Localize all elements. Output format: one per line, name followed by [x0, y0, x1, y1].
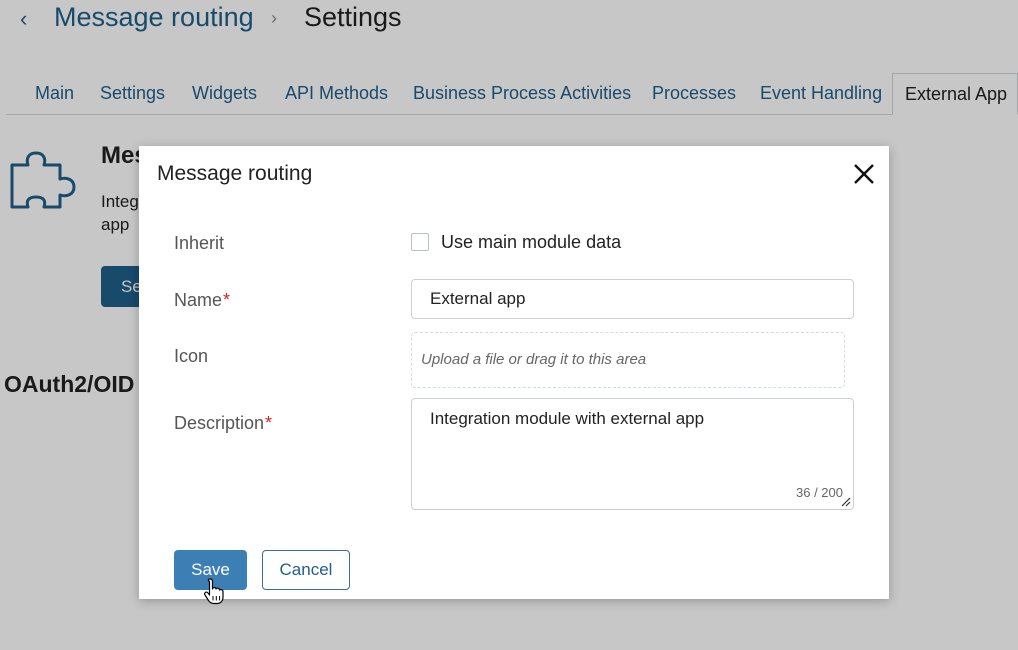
message-routing-dialog: Message routing Inherit Use main module … — [139, 146, 889, 605]
name-label-text: Name — [174, 290, 223, 310]
description-field[interactable]: Integration module with external app 36 … — [411, 398, 854, 510]
description-value: Integration module with external app — [430, 409, 705, 428]
character-counter: 36 / 200 — [796, 485, 843, 500]
use-main-module-checkbox[interactable] — [411, 233, 429, 251]
inherit-label: Inherit — [174, 233, 225, 253]
description-label: Description* — [174, 413, 272, 434]
description-label-text: Description — [174, 413, 265, 433]
dialog-title: Message routing — [157, 162, 313, 185]
use-main-module-label[interactable]: Use main module data — [441, 232, 621, 253]
name-field[interactable]: External app — [411, 279, 854, 319]
icon-label: Icon — [174, 346, 209, 366]
save-button[interactable]: Save — [174, 550, 247, 590]
resize-handle-icon[interactable] — [841, 497, 851, 507]
name-label: Name* — [174, 290, 230, 311]
required-mark: * — [223, 290, 231, 310]
close-icon[interactable] — [851, 161, 877, 187]
required-mark: * — [265, 413, 273, 433]
cancel-button[interactable]: Cancel — [262, 550, 350, 590]
icon-upload-area[interactable]: Upload a file or drag it to this area — [411, 332, 845, 388]
